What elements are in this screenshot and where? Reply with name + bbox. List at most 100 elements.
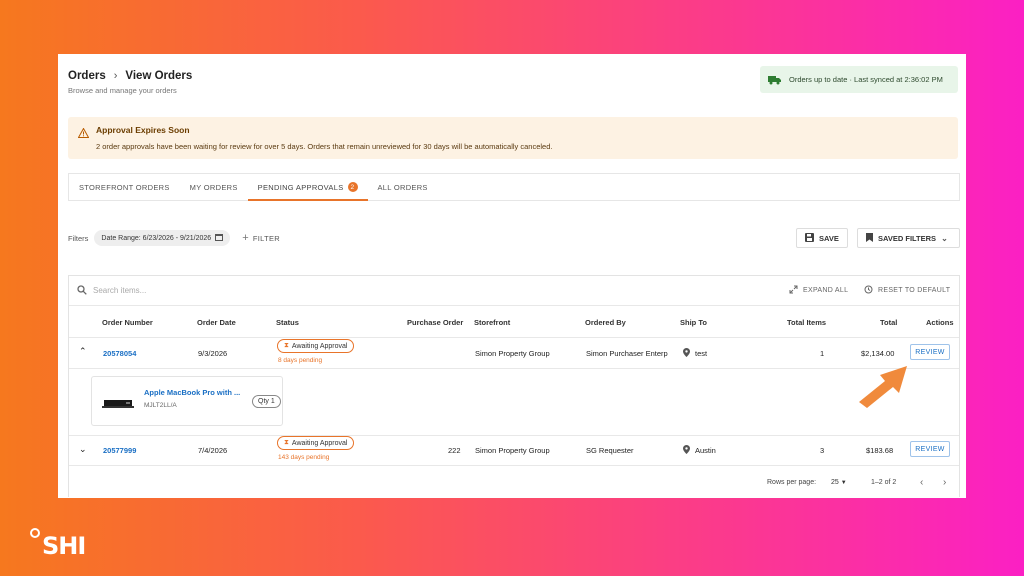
- table-row: ⌄ 20577999 7/4/2026 ⧗ Awaiting Approval …: [69, 435, 959, 465]
- save-label: SAVE: [819, 233, 839, 243]
- filters-bar: Filters Date Range: 6/23/2026 - 9/21/202…: [68, 230, 280, 246]
- expand-row-icon[interactable]: ⌄: [79, 444, 87, 455]
- status-badge: ⧗ Awaiting Approval: [277, 339, 355, 353]
- history-icon: [864, 285, 873, 296]
- col-total[interactable]: Total: [880, 318, 897, 327]
- order-number-link[interactable]: 20577999: [103, 446, 136, 455]
- tab-my-orders[interactable]: MY ORDERS: [180, 174, 248, 200]
- save-icon: [805, 232, 814, 244]
- sync-status-banner: Orders up to date · Last synced at 2:36:…: [760, 66, 958, 93]
- storefront: Simon Property Group: [475, 446, 550, 455]
- total-items: 3: [820, 446, 825, 455]
- table-header-row: Order Number Order Date Status Purchase …: [69, 306, 959, 337]
- pending-count-badge: 2: [347, 182, 358, 192]
- order-date: 9/3/2026: [198, 349, 228, 358]
- next-page-icon[interactable]: ›: [943, 477, 946, 488]
- alert-title: Approval Expires Soon: [96, 125, 190, 135]
- saved-filters-label: SAVED FILTERS: [878, 233, 937, 243]
- date-range-text: Date Range: 6/23/2026 - 9/21/2026: [101, 234, 212, 242]
- ship-to: Austin: [695, 446, 716, 455]
- hourglass-icon: ⧗: [284, 342, 289, 349]
- pagination-footer: Rows per page: 25 ▼ 1–2 of 2 ‹ ›: [69, 473, 959, 497]
- col-order-date[interactable]: Order Date: [197, 318, 236, 327]
- col-status[interactable]: Status: [276, 318, 299, 327]
- tab-pending-approvals[interactable]: PENDING APPROVALS 2: [247, 174, 368, 201]
- alert-message: 2 order approvals have been waiting for …: [96, 142, 553, 151]
- save-button[interactable]: SAVE: [796, 228, 848, 248]
- chevron-down-icon: ⌄: [941, 233, 948, 243]
- order-tabs: STOREFRONT ORDERS MY ORDERS PENDING APPR…: [68, 173, 960, 201]
- total-items: 1: [820, 349, 825, 358]
- tab-label: ALL ORDERS: [377, 182, 428, 192]
- page-subtitle: Browse and manage your orders: [68, 86, 177, 95]
- product-name-link[interactable]: Apple MacBook Pro with ...: [144, 388, 240, 397]
- breadcrumb: Orders › View Orders: [68, 70, 192, 82]
- table-row: ⌃ 20578054 9/3/2026 ⧗ Awaiting Approval …: [69, 337, 959, 368]
- pagination-range: 1–2 of 2: [871, 479, 897, 486]
- product-sku: MJLT2LL/A: [144, 402, 177, 409]
- pointer-arrow-icon: [859, 366, 907, 408]
- tab-storefront-orders[interactable]: STOREFRONT ORDERS: [69, 174, 180, 200]
- ordered-by: Simon Purchaser Enterp: [586, 349, 668, 358]
- orders-panel: Orders › View Orders Browse and manage y…: [58, 54, 966, 498]
- rows-per-page-select[interactable]: 25 ▼: [831, 479, 847, 486]
- shi-logo: SHI: [30, 528, 86, 560]
- expand-all-label: EXPAND ALL: [803, 287, 849, 294]
- tab-label: MY ORDERS: [189, 182, 238, 192]
- col-ship-to[interactable]: Ship To: [680, 318, 707, 327]
- expand-all-button[interactable]: EXPAND ALL: [789, 285, 848, 296]
- order-number-link[interactable]: 20578054: [103, 349, 136, 358]
- status-text: Awaiting Approval: [291, 342, 348, 350]
- col-ordered-by[interactable]: Ordered By: [585, 318, 626, 327]
- approval-expiry-alert: Approval Expires Soon 2 order approvals …: [68, 117, 958, 159]
- search-input[interactable]: Search items...: [93, 286, 146, 295]
- status-text: Awaiting Approval: [291, 439, 348, 447]
- quantity-badge: Qty 1: [252, 395, 281, 408]
- rows-per-page-value: 25: [831, 479, 839, 486]
- page-header: Orders › View Orders Browse and manage y…: [68, 70, 192, 95]
- saved-filters-button[interactable]: SAVED FILTERS ⌄: [857, 228, 960, 248]
- add-filter-button[interactable]: + FILTER: [242, 232, 280, 244]
- sync-status-text: Orders up to date · Last synced at 2:36:…: [789, 75, 943, 84]
- reset-to-default-button[interactable]: RESET TO DEFAULT: [864, 285, 950, 296]
- dropdown-arrow-icon: ▼: [840, 480, 847, 486]
- order-date: 7/4/2026: [198, 446, 228, 455]
- pending-duration: 143 days pending: [278, 454, 330, 461]
- review-button[interactable]: REVIEW: [910, 344, 950, 360]
- collapse-row-icon[interactable]: ⌃: [79, 346, 87, 357]
- search-icon: [77, 282, 87, 300]
- rows-per-page-label: Rows per page:: [767, 479, 817, 486]
- order-total: $183.68: [866, 446, 894, 455]
- add-filter-label: FILTER: [252, 233, 281, 243]
- divider: [69, 465, 959, 466]
- table-search-row: Search items... EXPAND ALL RESET TO DEFA…: [69, 276, 959, 306]
- col-total-items[interactable]: Total Items: [787, 318, 826, 327]
- order-total: $2,134.00: [861, 349, 895, 358]
- status-badge: ⧗ Awaiting Approval: [277, 436, 355, 450]
- breadcrumb-orders[interactable]: Orders: [68, 70, 106, 82]
- tab-all-orders[interactable]: ALL ORDERS: [368, 174, 438, 200]
- location-pin-icon: [683, 348, 690, 359]
- calendar-icon: [215, 233, 224, 243]
- col-order-number[interactable]: Order Number: [102, 318, 153, 327]
- divider: [69, 368, 959, 369]
- bookmark-icon: [866, 232, 873, 244]
- review-button[interactable]: REVIEW: [910, 441, 950, 457]
- pending-duration: 8 days pending: [278, 357, 323, 364]
- date-range-chip[interactable]: Date Range: 6/23/2026 - 9/21/2026: [94, 230, 231, 246]
- location-pin-icon: [683, 445, 690, 456]
- laptop-image: [102, 396, 134, 414]
- col-purchase-order[interactable]: Purchase Order: [407, 318, 463, 327]
- reset-label: RESET TO DEFAULT: [878, 287, 951, 294]
- tab-label: PENDING APPROVALS: [257, 182, 344, 192]
- order-item-card: Apple MacBook Pro with ... MJLT2LL/A Qty…: [91, 376, 283, 426]
- previous-page-icon[interactable]: ‹: [920, 477, 923, 488]
- ordered-by: SG Requester: [586, 446, 634, 455]
- filters-label: Filters: [68, 233, 89, 243]
- tab-label: STOREFRONT ORDERS: [79, 182, 170, 192]
- storefront: Simon Property Group: [475, 349, 550, 358]
- plus-icon: +: [242, 232, 249, 244]
- col-storefront[interactable]: Storefront: [474, 318, 510, 327]
- truck-icon: [768, 75, 781, 85]
- page-title: View Orders: [125, 70, 193, 82]
